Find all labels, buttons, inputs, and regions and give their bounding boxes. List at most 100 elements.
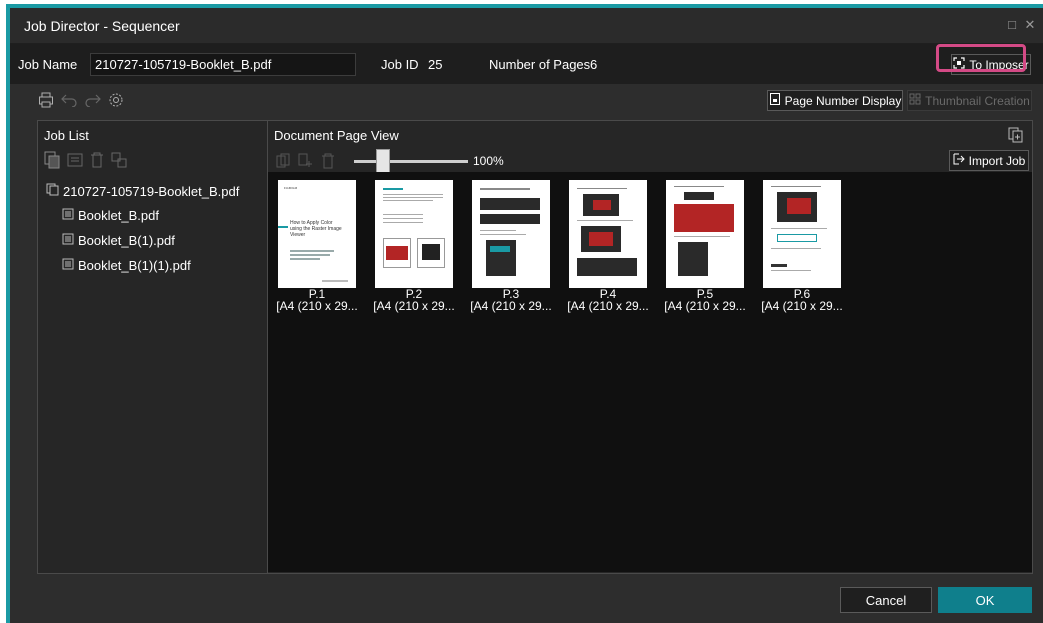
job-tree-child[interactable]: Booklet_B.pdf <box>62 208 159 223</box>
settings-gear-icon[interactable] <box>108 92 124 111</box>
undo-icon[interactable] <box>60 93 78 110</box>
page-number-icon <box>769 93 781 108</box>
job-tree-child-label: Booklet_B.pdf <box>78 208 159 223</box>
page-size: [A4 (210 x 29... <box>761 299 843 313</box>
thumb-text-line <box>771 186 821 187</box>
zoom-slider-track[interactable] <box>354 160 468 163</box>
thumb-heading-line <box>383 188 403 190</box>
job-list-title: Job List <box>44 128 89 143</box>
close-icon[interactable]: ✕ <box>1023 18 1037 32</box>
main-toolbar <box>38 92 124 111</box>
redo-icon[interactable] <box>84 93 102 110</box>
thumb-text-line <box>480 188 530 190</box>
ok-button[interactable]: OK <box>938 587 1032 613</box>
cancel-label: Cancel <box>865 592 907 608</box>
job-tree-child-label: Booklet_B(1)(1).pdf <box>78 258 191 273</box>
page-thumbnail[interactable] <box>375 180 453 288</box>
thumb-text-line <box>383 200 433 201</box>
job-tree-child-label: Booklet_B(1).pdf <box>78 233 175 248</box>
document-icon <box>62 233 74 248</box>
thumb-screen <box>480 214 540 224</box>
job-name-field[interactable]: 210727-105719-Booklet_B.pdf <box>90 53 356 76</box>
job-stack-icon <box>46 183 59 199</box>
thumb-screen <box>422 244 440 260</box>
to-imposer-highlight <box>936 44 1026 72</box>
cancel-button[interactable]: Cancel <box>840 587 932 613</box>
page-label: P.4 [A4 (210 x 29... <box>560 288 656 312</box>
delete-icon[interactable] <box>88 151 106 172</box>
page-thumbnail-area: FUJIFILM How to Apply Color using the Ra… <box>268 172 1032 572</box>
page-thumbnail[interactable] <box>666 180 744 288</box>
page-number-display-label: Page Number Display <box>784 93 902 108</box>
job-tree-child[interactable]: Booklet_B(1).pdf <box>62 233 175 248</box>
page-thumbnail[interactable] <box>763 180 841 288</box>
zoom-slider-thumb[interactable] <box>376 149 390 173</box>
page-size: [A4 (210 x 29... <box>567 299 649 313</box>
thumb-logo <box>771 264 787 267</box>
delete-page-icon[interactable] <box>320 153 336 172</box>
job-tree-child[interactable]: Booklet_B(1)(1).pdf <box>62 258 191 273</box>
duplicate-page-icon[interactable] <box>276 153 292 172</box>
job-list-panel: Job List 210727-105719-Booklet_B.pdf Boo… <box>37 120 268 574</box>
import-job-label: Import Job <box>968 153 1026 168</box>
thumb-text-line <box>480 230 516 231</box>
thumb-text-line <box>290 250 334 252</box>
thumb-text-line <box>383 197 443 198</box>
page-label: P.1 [A4 (210 x 29... <box>269 288 365 312</box>
job-info-bar: Job Name 210727-105719-Booklet_B.pdf Job… <box>10 44 1043 84</box>
copy-job-icon[interactable] <box>44 151 62 172</box>
document-page-view-title: Document Page View <box>274 128 399 143</box>
merge-icon[interactable] <box>110 151 128 172</box>
thumb-screen <box>480 198 540 210</box>
print-icon[interactable] <box>38 92 54 111</box>
thumb-screen-accent <box>490 246 510 252</box>
thumb-heading: How to Apply Color using the Raster Imag… <box>290 220 342 238</box>
page-thumbnail[interactable]: FUJIFILM How to Apply Color using the Ra… <box>278 180 356 288</box>
page-view-toolbar <box>276 153 336 172</box>
number-of-pages-value: 6 <box>590 57 598 72</box>
job-tree-root[interactable]: 210727-105719-Booklet_B.pdf <box>46 183 239 199</box>
screenshot-frame: Job Director - Sequencer □ ✕ Job Name 21… <box>0 0 1043 623</box>
page-label: P.3 [A4 (210 x 29... <box>463 288 559 312</box>
maximize-icon[interactable]: □ <box>1005 18 1019 32</box>
thumb-text-line <box>771 248 821 249</box>
job-tree-root-label: 210727-105719-Booklet_B.pdf <box>63 183 240 199</box>
thumb-photo <box>674 204 734 232</box>
page-number-display-button[interactable]: Page Number Display <box>767 90 903 111</box>
page-size: [A4 (210 x 29... <box>470 299 552 313</box>
thumb-brand: FUJIFILM <box>284 186 298 190</box>
window-title: Job Director - Sequencer <box>24 18 180 34</box>
thumb-text-line <box>771 228 827 229</box>
thumb-photo <box>589 232 613 246</box>
thumb-screen <box>678 242 708 276</box>
thumb-photo <box>386 246 408 260</box>
page-label: P.2 [A4 (210 x 29... <box>366 288 462 312</box>
thumb-box <box>777 234 817 242</box>
thumb-accent-rule <box>278 226 288 228</box>
thumb-text-line <box>771 270 811 271</box>
thumb-text-line <box>322 280 348 282</box>
thumb-text-line <box>577 220 633 221</box>
thumbnail-grid-icon <box>909 93 921 108</box>
job-id-value: 25 <box>428 57 443 72</box>
thumb-text-line <box>290 258 320 260</box>
thumb-text-line <box>674 186 724 187</box>
job-id-label: Job ID <box>381 57 419 72</box>
page-thumbnail[interactable] <box>569 180 647 288</box>
thumb-screen <box>577 258 637 276</box>
add-page-icon[interactable] <box>1008 127 1024 146</box>
thumbnail-creation-button[interactable]: Thumbnail Creation <box>907 90 1032 111</box>
ok-label: OK <box>975 592 995 608</box>
page-label: P.5 [A4 (210 x 29... <box>657 288 753 312</box>
import-job-button[interactable]: Import Job <box>949 150 1029 171</box>
document-icon <box>62 208 74 223</box>
thumb-text-line <box>577 188 627 189</box>
page-thumbnail[interactable] <box>472 180 550 288</box>
job-list-toolbar <box>44 151 128 172</box>
number-of-pages-label: Number of Pages <box>489 57 591 72</box>
thumb-photo <box>593 200 611 210</box>
thumb-text-line <box>674 236 730 237</box>
properties-icon[interactable] <box>66 151 84 172</box>
thumb-text-line <box>383 214 423 215</box>
insert-blank-icon[interactable] <box>298 153 314 172</box>
